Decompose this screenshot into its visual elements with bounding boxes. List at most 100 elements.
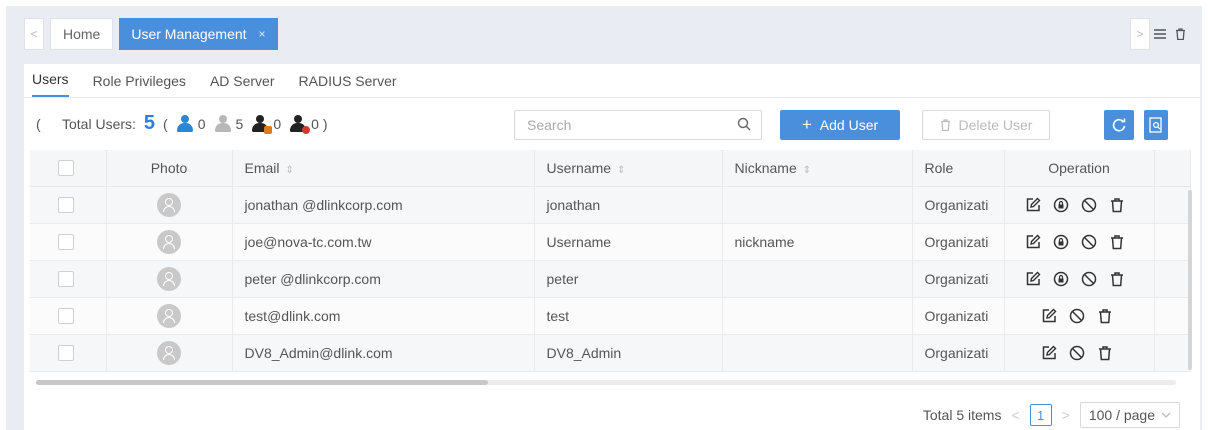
row-checkbox[interactable] <box>58 345 74 362</box>
block-icon[interactable] <box>1069 308 1085 324</box>
edit-icon[interactable] <box>1025 271 1041 287</box>
edit-icon[interactable] <box>1041 308 1057 324</box>
edit-icon[interactable] <box>1025 197 1041 213</box>
menu-icon[interactable] <box>1150 18 1170 50</box>
table-row[interactable]: jonathan @dlinkcorp.com jonathan Organiz… <box>30 186 1191 224</box>
operation-cell <box>1004 260 1155 298</box>
users-table: Photo Email ⇕ Username ⇕ Nickname ⇕ Role Op… <box>30 150 1191 372</box>
sort-icon[interactable]: ⇕ <box>286 165 294 176</box>
delete-icon[interactable] <box>1109 234 1125 250</box>
total-users-count: 5 <box>143 112 156 134</box>
delete-icon[interactable] <box>1109 197 1125 213</box>
delete-icon[interactable] <box>1109 271 1125 287</box>
table-row[interactable]: peter @dlinkcorp.com peter Organizati <box>30 260 1191 298</box>
row-checkbox[interactable] <box>58 234 74 251</box>
role-cell: Organizati <box>912 297 1005 335</box>
tab-scroll-left-button[interactable]: < <box>24 18 44 50</box>
edit-icon[interactable] <box>1025 234 1041 250</box>
horizontal-scrollbar[interactable] <box>36 380 1176 385</box>
tab-scroll-right-button[interactable]: > <box>1130 18 1150 50</box>
tab-user-management[interactable]: User Management × <box>119 18 278 50</box>
plus-icon: + <box>801 115 812 134</box>
search-input[interactable] <box>515 111 715 139</box>
header-spacer <box>1154 150 1191 187</box>
delete-icon[interactable] <box>1097 345 1113 361</box>
unlock-icon[interactable] <box>1053 234 1069 250</box>
user-count-red: 0 <box>311 115 319 132</box>
app-frame: < Home User Management × > Users Role Pr… <box>6 6 1202 430</box>
tab-role-privileges[interactable]: Role Privileges <box>93 73 186 97</box>
next-page-button[interactable]: > <box>1062 407 1070 423</box>
user-blue-icon <box>176 114 194 133</box>
select-all-cell <box>30 150 107 187</box>
users-toolbar: ( Total Users: 5 ( 0 5 0 0) Search + Ad… <box>24 108 1200 140</box>
role-cell: Organizati <box>912 223 1005 261</box>
collapse-icon[interactable]: ( <box>36 116 41 132</box>
email-header[interactable]: Email ⇕ <box>232 150 535 187</box>
operation-cell <box>1004 186 1155 224</box>
nickname-header[interactable]: Nickname ⇕ <box>722 150 913 187</box>
email-cell: joe@nova-tc.com.tw <box>232 223 535 261</box>
search-icon[interactable] <box>737 117 751 131</box>
tab-close-icon[interactable]: × <box>259 27 266 41</box>
block-icon[interactable] <box>1081 234 1097 250</box>
select-all-checkbox[interactable] <box>58 160 74 177</box>
username-header-label: Username <box>546 159 612 176</box>
operation-icons <box>1041 308 1154 324</box>
photo-cell <box>106 223 233 261</box>
email-cell: peter @dlinkcorp.com <box>232 260 535 298</box>
vertical-scrollbar[interactable] <box>1188 190 1192 370</box>
table-row[interactable]: DV8_Admin@dlink.com DV8_Admin Organizati <box>30 334 1191 372</box>
block-icon[interactable] <box>1081 197 1097 213</box>
block-icon[interactable] <box>1081 271 1097 287</box>
unlock-icon[interactable] <box>1053 271 1069 287</box>
delete-user-label: Delete User <box>958 117 1033 133</box>
export-button[interactable] <box>1144 110 1168 140</box>
select-cell <box>30 186 107 224</box>
add-user-button[interactable]: + Add User <box>780 110 900 140</box>
sort-icon[interactable]: ⇕ <box>803 165 811 176</box>
avatar <box>157 192 181 217</box>
table-row[interactable]: test@dlink.com test Organizati <box>30 297 1191 335</box>
select-cell <box>30 223 107 261</box>
block-icon[interactable] <box>1069 345 1085 361</box>
edit-icon[interactable] <box>1041 345 1057 361</box>
sort-icon[interactable]: ⇕ <box>617 165 625 176</box>
user-count-orange: 0 <box>273 115 282 132</box>
photo-cell <box>106 186 233 224</box>
delete-user-button[interactable]: Delete User <box>922 110 1050 140</box>
row-checkbox[interactable] <box>58 271 74 288</box>
summary-close-paren: ) <box>322 115 328 132</box>
avatar <box>157 266 181 291</box>
row-checkbox[interactable] <box>58 197 74 214</box>
unlock-icon[interactable] <box>1053 197 1069 213</box>
prev-page-button[interactable]: < <box>1011 407 1019 423</box>
horizontal-scrollbar-thumb[interactable] <box>36 380 488 385</box>
page-1-button[interactable]: 1 <box>1029 404 1052 426</box>
photo-header: Photo <box>106 150 233 187</box>
select-cell <box>30 297 107 335</box>
trash-icon[interactable] <box>1170 18 1190 50</box>
photo-cell <box>106 334 233 372</box>
tab-users[interactable]: Users <box>32 71 69 97</box>
nickname-cell: nickname <box>722 223 913 261</box>
add-user-label: Add User <box>819 117 879 133</box>
tab-home[interactable]: Home <box>50 18 114 50</box>
email-cell: test@dlink.com <box>232 297 535 335</box>
username-header[interactable]: Username ⇕ <box>534 150 723 187</box>
refresh-icon <box>1112 118 1126 132</box>
tab-radius-server[interactable]: RADIUS Server <box>299 73 397 97</box>
summary-open-paren: ( <box>163 115 168 132</box>
role-cell: Organizati <box>912 186 1005 224</box>
select-cell <box>30 334 107 372</box>
refresh-button[interactable] <box>1104 110 1134 140</box>
row-spacer <box>1154 223 1191 261</box>
email-cell: DV8_Admin@dlink.com <box>232 334 535 372</box>
operation-icons <box>1025 197 1154 213</box>
tab-ad-server[interactable]: AD Server <box>210 73 275 97</box>
user-red-icon <box>289 114 311 134</box>
delete-icon[interactable] <box>1097 308 1113 324</box>
table-row[interactable]: joe@nova-tc.com.tw Username nickname Org… <box>30 223 1191 261</box>
page-size-select[interactable]: 100 / page <box>1079 402 1180 428</box>
row-checkbox[interactable] <box>58 308 74 325</box>
